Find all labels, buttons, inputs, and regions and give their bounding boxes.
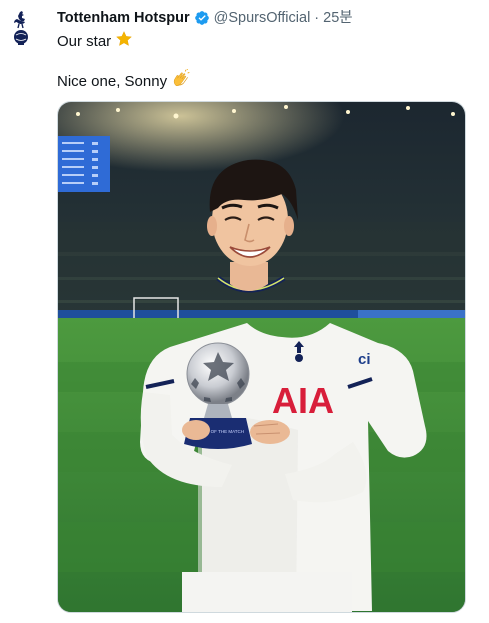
tweet-text: Our star — [57, 33, 112, 50]
verified-badge-icon — [194, 10, 210, 26]
separator: · — [314, 10, 320, 26]
handle[interactable]: @SpursOfficial — [214, 8, 311, 28]
svg-text:ci: ci — [358, 351, 371, 368]
avatar[interactable] — [8, 10, 34, 48]
tweet: Tottenham Hotspur @SpursOfficial · 25분 O… — [0, 0, 489, 623]
svg-text:AIA: AIA — [272, 380, 334, 421]
star-icon — [115, 30, 133, 54]
timestamp[interactable]: 25분 — [323, 8, 352, 28]
tweet-text: Nice one, Sonny — [57, 73, 168, 90]
photo-image: ci AIA PLAYER OF THE MATCH — [58, 102, 465, 612]
tweet-text-line-2: Nice one, Sonny — [57, 68, 191, 95]
tweet-header: Tottenham Hotspur @SpursOfficial · 25분 — [57, 8, 353, 28]
tottenham-cockerel-logo-icon — [14, 11, 28, 45]
tweet-photo[interactable]: ci AIA PLAYER OF THE MATCH — [57, 101, 466, 613]
tweet-text-line-1: Our star — [57, 30, 133, 54]
display-name[interactable]: Tottenham Hotspur — [57, 8, 190, 28]
clapping-hands-icon — [171, 68, 191, 95]
